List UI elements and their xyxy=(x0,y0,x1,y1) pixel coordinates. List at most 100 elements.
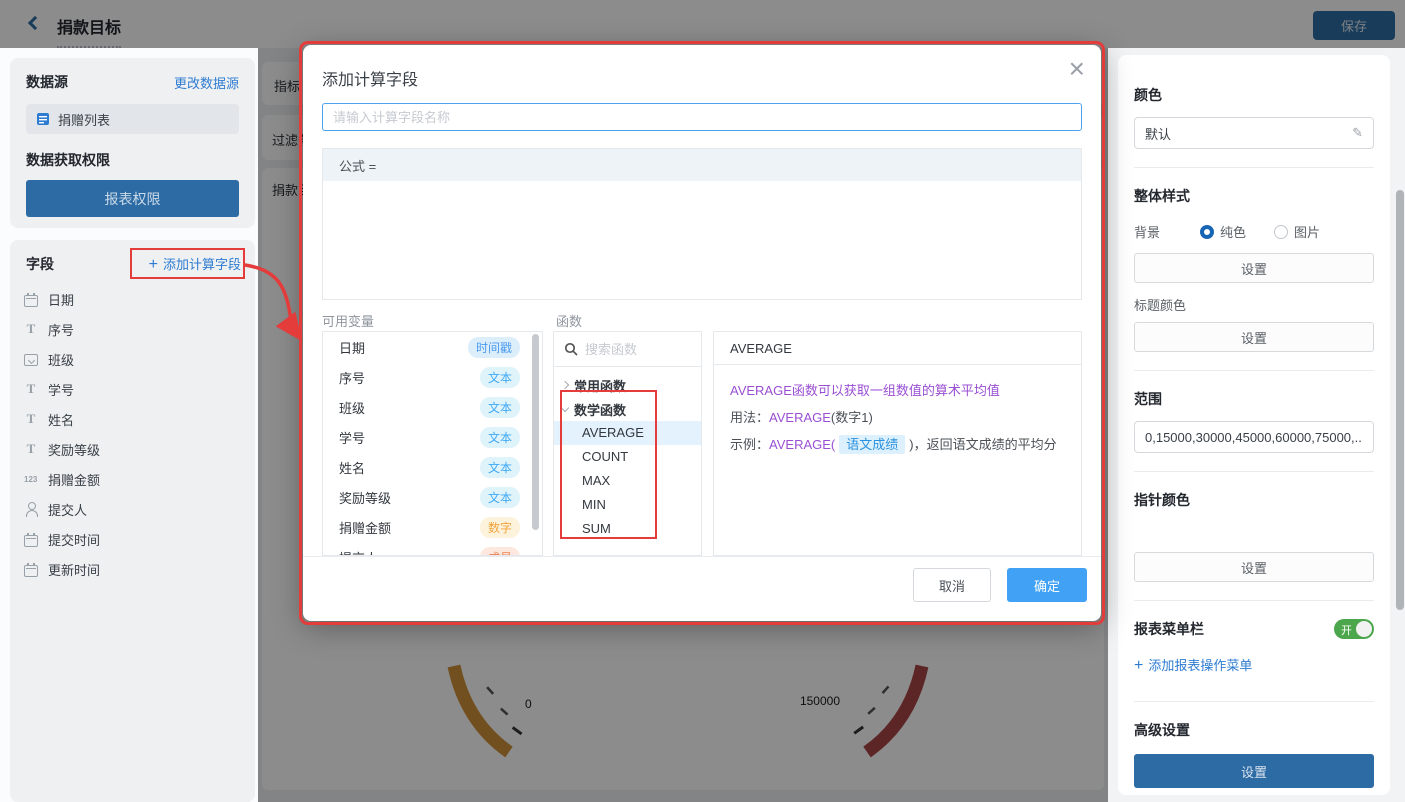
function-item-count[interactable]: COUNT xyxy=(554,445,701,469)
functions-panel: 常用函数 数学函数 AVERAGE COUNT MAX MIN SUM xyxy=(553,331,702,556)
group-math-functions[interactable]: 数学函数 xyxy=(554,397,701,421)
function-example: 示例：AVERAGE(语文成绩)，返回语文成绩的平均分 xyxy=(730,431,1065,458)
radio-image[interactable] xyxy=(1274,225,1288,239)
group-common-functions[interactable]: 常用函数 xyxy=(554,373,701,397)
function-item-min[interactable]: MIN xyxy=(554,493,701,517)
variable-row[interactable]: 姓名文本 xyxy=(323,452,542,482)
radio-solid-color[interactable] xyxy=(1200,225,1214,239)
field-row-submitter[interactable]: 提交人 xyxy=(10,494,255,524)
calc-field-name-input[interactable] xyxy=(322,103,1082,131)
field-row-serial[interactable]: T 序号 xyxy=(10,314,255,344)
advanced-set-button[interactable]: 设置 xyxy=(1134,754,1374,788)
plus-icon: + xyxy=(1134,657,1143,674)
close-icon[interactable]: × xyxy=(1069,55,1085,83)
add-calc-field-modal: 添加计算字段 × 公式 = 可用变量 函数 日期时间戳 序号文本 班级文本 学号… xyxy=(303,45,1101,621)
datasource-card: 数据源 更改数据源 捐赠列表 数据获取权限 报表权限 xyxy=(10,58,255,228)
field-row-award-level[interactable]: T 奖励等级 xyxy=(10,434,255,464)
formula-label: 公式 = xyxy=(323,149,1081,181)
datasource-item[interactable]: 捐赠列表 xyxy=(26,104,239,134)
field-row-submit-time[interactable]: 提交时间 xyxy=(10,524,255,554)
cancel-button[interactable]: 取消 xyxy=(913,568,991,602)
pointer-color-set-button[interactable]: 设置 xyxy=(1134,552,1374,582)
variable-row[interactable]: 学号文本 xyxy=(323,422,542,452)
text-field-icon: T xyxy=(24,412,38,426)
function-search-input[interactable] xyxy=(585,342,685,357)
report-menu-toggle[interactable]: 开 xyxy=(1334,619,1374,639)
type-badge: 文本 xyxy=(480,367,520,388)
left-sidebar: 数据源 更改数据源 捐赠列表 数据获取权限 报表权限 字段 +添加计算字段 日期… xyxy=(0,48,258,802)
fields-title: 字段 xyxy=(26,254,54,274)
text-field-icon: T xyxy=(24,382,38,396)
function-usage: 用法：AVERAGE(数字1) xyxy=(730,404,1065,431)
field-row-class[interactable]: 班级 xyxy=(10,344,255,374)
variable-row[interactable]: 日期时间戳 xyxy=(323,332,542,362)
modal-footer: 取消 确定 xyxy=(303,556,1101,621)
right-sidebar: 颜色 默认 ✎ 整体样式 背景 纯色 图片 设置 标题颜色 设置 范围 指针颜色… xyxy=(1108,48,1405,802)
title-color-set-button[interactable]: 设置 xyxy=(1134,322,1374,352)
field-row-update-time[interactable]: 更新时间 xyxy=(10,554,255,584)
text-field-icon: T xyxy=(24,442,38,456)
formula-editor[interactable]: 公式 = xyxy=(322,148,1082,300)
report-permission-button[interactable]: 报表权限 xyxy=(26,180,239,217)
number-field-icon: 123 xyxy=(24,472,38,486)
plus-icon: + xyxy=(149,256,158,273)
calendar-icon xyxy=(24,535,38,547)
type-badge: 文本 xyxy=(480,457,520,478)
person-icon xyxy=(24,502,38,516)
range-input[interactable] xyxy=(1134,421,1374,453)
function-item-max[interactable]: MAX xyxy=(554,469,701,493)
perm-title: 数据获取权限 xyxy=(26,150,239,170)
modal-title: 添加计算字段 xyxy=(322,66,418,90)
add-report-menu-link[interactable]: +添加报表操作菜单 xyxy=(1134,655,1374,675)
pointer-color-title: 指针颜色 xyxy=(1134,490,1374,510)
style-panel: 颜色 默认 ✎ 整体样式 背景 纯色 图片 设置 标题颜色 设置 范围 指针颜色… xyxy=(1118,55,1390,795)
variable-row[interactable]: 捐赠金额数字 xyxy=(323,512,542,542)
datasource-item-label: 捐赠列表 xyxy=(58,110,110,129)
type-badge: 时间戳 xyxy=(468,337,520,358)
table-icon xyxy=(36,112,50,126)
type-badge: 数字 xyxy=(480,517,520,538)
function-item-sum[interactable]: SUM xyxy=(554,517,701,541)
variables-scrollbar[interactable] xyxy=(532,334,539,530)
variable-row[interactable]: 班级文本 xyxy=(323,392,542,422)
function-name-header: AVERAGE xyxy=(714,332,1081,365)
variable-row[interactable]: 序号文本 xyxy=(323,362,542,392)
color-title: 颜色 xyxy=(1134,85,1374,105)
scrollbar[interactable] xyxy=(1396,190,1404,610)
fields-card: 字段 +添加计算字段 日期 T 序号 班级 T 学号 T 姓名 T 奖励等级 1… xyxy=(10,240,255,802)
confirm-button[interactable]: 确定 xyxy=(1007,568,1087,602)
variable-row[interactable]: 提交人成员 xyxy=(323,542,542,556)
color-select[interactable]: 默认 ✎ xyxy=(1134,117,1374,149)
title-color-label: 标题颜色 xyxy=(1134,295,1374,314)
type-badge: 文本 xyxy=(480,397,520,418)
calendar-icon xyxy=(24,295,38,307)
background-set-button[interactable]: 设置 xyxy=(1134,253,1374,283)
text-field-icon: T xyxy=(24,322,38,336)
background-label: 背景 xyxy=(1134,222,1200,241)
function-description: AVERAGE函数可以获取一组数值的算术平均值 xyxy=(730,377,1065,404)
select-field-icon xyxy=(24,354,38,366)
add-calc-field-link[interactable]: +添加计算字段 xyxy=(149,254,241,274)
function-search[interactable] xyxy=(554,332,701,367)
variables-title: 可用变量 xyxy=(322,311,374,330)
chevron-down-icon xyxy=(561,403,569,411)
change-datasource-link[interactable]: 更改数据源 xyxy=(174,73,239,92)
search-icon xyxy=(564,342,578,356)
type-badge: 成员 xyxy=(480,547,520,557)
chevron-right-icon xyxy=(561,381,569,389)
report-menu-title: 报表菜单栏 xyxy=(1134,619,1204,639)
function-item-average[interactable]: AVERAGE xyxy=(554,421,701,445)
overall-style-title: 整体样式 xyxy=(1134,186,1374,206)
advanced-settings-title: 高级设置 xyxy=(1134,720,1374,740)
field-row-student-id[interactable]: T 学号 xyxy=(10,374,255,404)
field-row-donation-amount[interactable]: 123 捐赠金额 xyxy=(10,464,255,494)
functions-title: 函数 xyxy=(556,311,582,330)
field-row-name[interactable]: T 姓名 xyxy=(10,404,255,434)
variables-panel: 日期时间戳 序号文本 班级文本 学号文本 姓名文本 奖励等级文本 捐赠金额数字 … xyxy=(322,331,543,556)
field-row-date[interactable]: 日期 xyxy=(10,284,255,314)
example-field-chip: 语文成绩 xyxy=(839,435,905,454)
function-description-panel: AVERAGE AVERAGE函数可以获取一组数值的算术平均值 用法：AVERA… xyxy=(713,331,1082,556)
type-badge: 文本 xyxy=(480,487,520,508)
variable-row[interactable]: 奖励等级文本 xyxy=(323,482,542,512)
datasource-title: 数据源 xyxy=(26,72,68,92)
